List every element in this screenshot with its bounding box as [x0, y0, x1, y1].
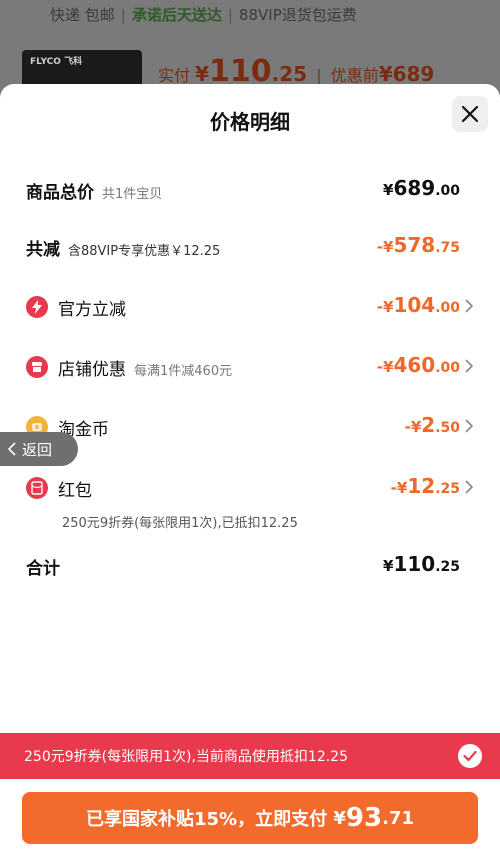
- red-packet-amount: -¥12.25: [391, 474, 460, 498]
- store-prefix: -¥: [376, 358, 394, 376]
- reduce-int: 578: [393, 233, 436, 257]
- sum-amount: ¥110.25: [383, 552, 460, 576]
- coupon-text: 250元9折券(每张限用1次),当前商品使用抵扣12.25: [24, 749, 348, 765]
- pay-prefix: 已享国家补贴15%，立即支付: [86, 809, 328, 830]
- delivery-promise: 承诺后天送达: [131, 6, 222, 24]
- back-label: 返回: [22, 440, 53, 459]
- sum-label-text: 合计: [26, 559, 60, 579]
- official-int: 104: [393, 293, 436, 317]
- delivery-text: 快递 包邮: [50, 6, 115, 24]
- store-discount-note: 每满1件减460元: [134, 364, 233, 379]
- sum-dec: .25: [435, 559, 460, 575]
- divider: |: [120, 6, 126, 24]
- coupon-bar[interactable]: 250元9折券(每张限用1次),当前商品使用抵扣12.25: [0, 733, 500, 779]
- store-discount-label-text: 店铺优惠: [58, 360, 126, 380]
- pay-button[interactable]: 已享国家补贴15%，立即支付 ¥93.71: [22, 792, 478, 844]
- close-icon: [461, 105, 479, 123]
- sum-currency: ¥: [383, 557, 394, 575]
- store-int: 460: [393, 353, 436, 377]
- paid-label: 实付: [158, 66, 191, 85]
- official-discount-amount: -¥104.00: [377, 293, 460, 317]
- red-packet-dec: .25: [435, 481, 460, 497]
- reduce-row: 共减 含88VIP专享优惠￥12.25 -¥578.75: [0, 227, 500, 267]
- official-discount-row[interactable]: 官方立减 -¥104.00: [0, 287, 500, 327]
- sum-row: 合计 ¥110.25: [0, 546, 500, 586]
- reduce-prefix: -¥: [376, 238, 394, 256]
- store-dec: .00: [435, 360, 460, 376]
- store-discount-amount: -¥460.00: [377, 353, 460, 377]
- total-currency: ¥: [383, 181, 394, 199]
- official-dec: .00: [435, 300, 460, 316]
- total-dec: .00: [435, 183, 460, 199]
- chevron-left-icon: [8, 442, 16, 456]
- divider: |: [227, 6, 233, 24]
- store-discount-row[interactable]: 店铺优惠 每满1件减460元 -¥460.00: [0, 347, 500, 387]
- total-note: 共1件宝贝: [102, 187, 163, 202]
- lightning-icon: [26, 296, 48, 318]
- total-label: 商品总价 共1件宝贝: [26, 178, 162, 203]
- vip-return-text: 88VIP退货包运费: [238, 6, 357, 24]
- paid-dec: .25: [271, 62, 308, 86]
- coin-discount-amount: -¥2.50: [405, 413, 460, 437]
- before-label: 优惠前: [330, 66, 379, 85]
- total-amount: ¥689.00: [383, 176, 460, 200]
- chevron-right-icon: [465, 359, 474, 373]
- chevron-right-icon: [465, 419, 474, 433]
- chevron-right-icon: [465, 299, 474, 313]
- official-discount-label-text: 官方立减: [58, 300, 126, 320]
- coin-int: 2: [421, 413, 436, 437]
- official-prefix: -¥: [376, 298, 394, 316]
- reduce-note: 含88VIP专享优惠￥12.25: [68, 244, 221, 259]
- coin-prefix: -¥: [404, 418, 422, 436]
- red-packet-row[interactable]: 红包 -¥12.25: [0, 468, 500, 508]
- back-button[interactable]: 返回: [0, 432, 78, 466]
- red-packet-label: 红包: [58, 476, 92, 501]
- red-packet-icon: [26, 477, 48, 499]
- sheet-title: 价格明细: [210, 110, 290, 134]
- chevron-right-icon: [465, 480, 474, 494]
- store-icon: [26, 356, 48, 378]
- coin-dec: .50: [435, 420, 460, 436]
- total-int: 689: [393, 176, 436, 200]
- reduce-label: 共减 含88VIP专享优惠￥12.25: [26, 235, 220, 260]
- sum-int: 110: [393, 552, 436, 576]
- red-packet-int: 12: [407, 474, 436, 498]
- reduce-amount: -¥578.75: [377, 233, 460, 257]
- divider: |: [316, 66, 322, 85]
- pay-currency: ¥: [333, 807, 346, 829]
- close-button[interactable]: [452, 96, 488, 132]
- reduce-dec: .75: [435, 240, 460, 256]
- red-packet-label-text: 红包: [58, 481, 92, 501]
- sum-label: 合计: [26, 554, 60, 579]
- reduce-label-text: 共减: [26, 240, 60, 260]
- official-discount-label: 官方立减: [58, 295, 126, 320]
- store-discount-label: 店铺优惠 每满1件减460元: [58, 355, 232, 380]
- pay-int: 93: [345, 803, 383, 833]
- total-label-text: 商品总价: [26, 183, 94, 203]
- pay-dec: .71: [382, 807, 414, 829]
- delivery-info: 快递 包邮 | 承诺后天送达 | 88VIP退货包运费: [50, 4, 357, 25]
- red-packet-prefix: -¥: [390, 479, 408, 497]
- check-icon[interactable]: [458, 744, 482, 768]
- total-row: 商品总价 共1件宝贝 ¥689.00: [0, 170, 500, 210]
- brand-logo: FLYCO 飞科: [30, 57, 83, 67]
- red-packet-note: 250元9折券(每张限用1次),已抵扣12.25: [62, 516, 298, 531]
- paid-currency: ¥: [195, 62, 210, 86]
- before-value: ¥689: [378, 62, 435, 86]
